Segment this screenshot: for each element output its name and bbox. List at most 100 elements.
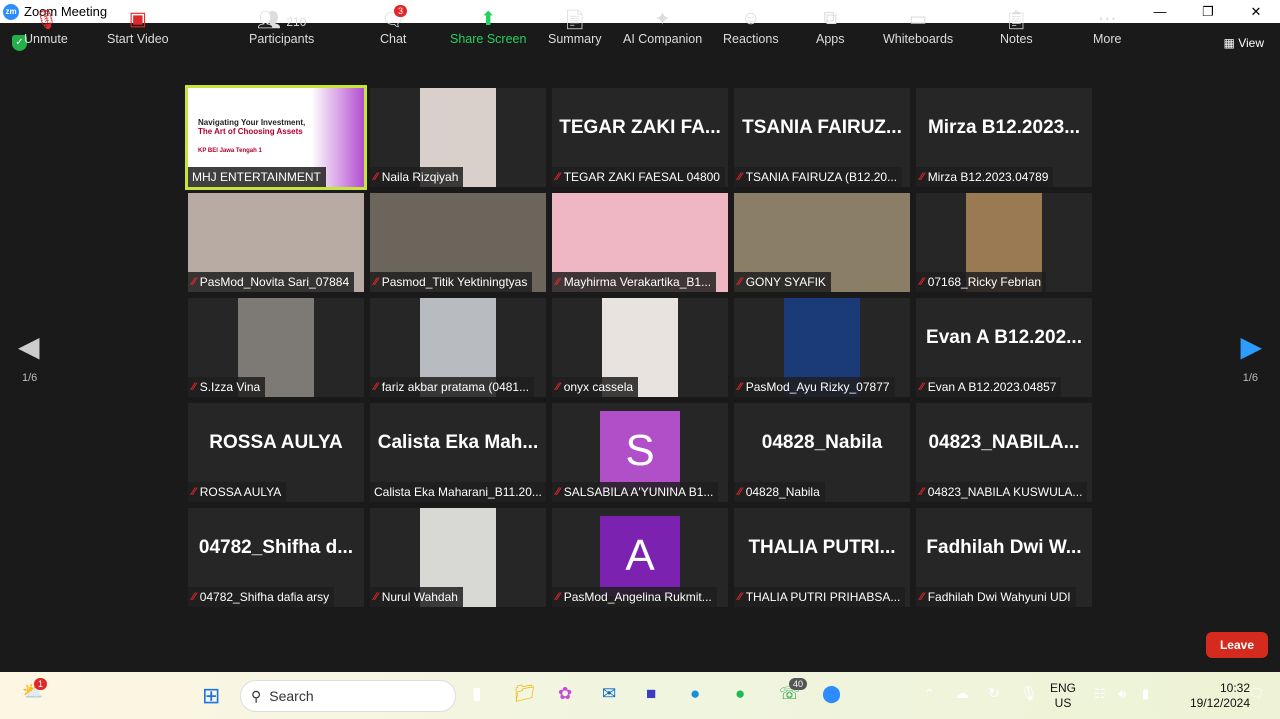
summary-button[interactable]: 📄︎ Summary [548, 8, 601, 46]
participant-tile[interactable]: A ⁄⁄ PasMod_Angelina Rukmit... [552, 508, 728, 607]
onedrive-icon[interactable]: ☁ [955, 685, 969, 702]
participant-name-label: ⁄⁄ Fadhilah Dwi Wahyuni UDI [916, 587, 1076, 607]
participant-tile[interactable]: ⁄⁄ S.Izza Vina [188, 298, 364, 397]
participant-tile[interactable]: THALIA PUTRI... ⁄⁄ THALIA PUTRI PRIHABSA..… [734, 508, 910, 607]
participant-tile[interactable]: ⁄⁄ fariz akbar pratama (0481... [370, 298, 546, 397]
file-explorer-icon[interactable]: 📁︎ [514, 684, 536, 704]
participant-tile[interactable]: ⁄⁄ onyx cassela [552, 298, 728, 397]
participant-name-label: ⁄⁄ TSANIA FAIRUZA (B12.20... [734, 167, 903, 187]
previous-page-arrow-icon[interactable]: ◀ [18, 330, 40, 363]
copilot-icon[interactable]: ✿ [558, 684, 572, 704]
participant-tile[interactable]: ⁄⁄ 07168_Ricky Febrian [916, 193, 1092, 292]
zoom-logo-icon: zm [3, 3, 19, 20]
start-video-button[interactable]: ▣ Start Video [107, 8, 169, 46]
participant-name-label: MHJ ENTERTAINMENT [188, 167, 326, 187]
whiteboards-button[interactable]: ▭ Whiteboards [883, 8, 953, 46]
smiley-icon: ☺ [741, 8, 761, 29]
edge-icon[interactable]: ● [690, 684, 700, 704]
participant-name-label: ⁄⁄ Evan A B12.2023.04857 [916, 377, 1062, 397]
participant-name: 04782_Shifha dafia arsy [199, 590, 330, 604]
display-name: Mirza B12.2023... [927, 116, 1081, 138]
close-button[interactable]: ✕ [1232, 0, 1280, 23]
participant-name: Naila Rizqiyah [381, 170, 459, 184]
participant-tile[interactable]: ⁄⁄ Mayhirma Verakartika_B1... [552, 193, 728, 292]
unmute-button[interactable]: 🎙︎ Unmute [24, 8, 68, 46]
language-indicator[interactable]: ENG US [1050, 681, 1076, 711]
video-off-icon: ▣ [128, 9, 147, 30]
start-button-windows-icon[interactable]: ⊞ [202, 683, 220, 709]
minimize-button[interactable]: — [1136, 0, 1184, 23]
task-view-icon[interactable]: ▮ [472, 684, 481, 704]
participant-tile[interactable]: Evan A B12.202... ⁄⁄ Evan A B12.2023.04857 [916, 298, 1092, 397]
participant-tile[interactable]: Calista Eka Mah... Calista Eka Maharani_B… [370, 403, 546, 502]
participant-tile[interactable]: 04823_NABILA... ⁄⁄ 04823_NABILA KUSWULA... [916, 403, 1092, 502]
reactions-button[interactable]: ☺ Reactions [723, 8, 779, 46]
participant-tile[interactable]: ⁄⁄ PasMod_Ayu Rizky_07877 [734, 298, 910, 397]
volume-icon[interactable]: 🔊︎ [1118, 686, 1126, 702]
display-name: Calista Eka Mah... [377, 431, 539, 453]
system-clock[interactable]: 10:32 19/12/2024 [1190, 681, 1250, 711]
participant-name: Mayhirma Verakartika_B1... [563, 275, 712, 289]
participant-tile[interactable]: 04782_Shifha d... ⁄⁄ 04782_Shifha dafia ar… [188, 508, 364, 607]
apps-icon: ⧉ [823, 8, 838, 29]
muted-mic-icon: ⁄⁄ [920, 591, 924, 603]
ai-companion-button[interactable]: ✦ AI Companion [623, 8, 702, 46]
reactions-label: Reactions [723, 32, 779, 46]
leave-button[interactable]: Leave [1205, 632, 1268, 658]
participant-name: PasMod_Ayu Rizky_07877 [745, 380, 890, 394]
participant-tile[interactable]: ROSSA AULYA ⁄⁄ ROSSA AULYA [188, 403, 364, 502]
muted-mic-icon: ⁄⁄ [738, 381, 742, 393]
app-icon[interactable]: ■ [646, 684, 656, 704]
notifications-icon[interactable]: 🗨︎ [1248, 686, 1265, 702]
participant-name: Mirza B12.2023.04789 [927, 170, 1049, 184]
avatar: A [600, 516, 680, 596]
clock-date: 19/12/2024 [1189, 696, 1250, 710]
participant-name: TSANIA FAIRUZA (B12.20... [745, 170, 898, 184]
participant-tile[interactable]: S ⁄⁄ SALSABILA A'YUNINA B1... [552, 403, 728, 502]
whatsapp-icon[interactable]: ☏ 40 [779, 678, 808, 704]
more-button[interactable]: ⋯ More [1093, 8, 1121, 46]
participant-name: S.Izza Vina [199, 380, 261, 394]
participant-name: MHJ ENTERTAINMENT [192, 170, 321, 184]
maximize-button[interactable]: ❐ [1184, 0, 1232, 23]
participant-tile[interactable]: Fadhilah Dwi W... ⁄⁄ Fadhilah Dwi Wahyuni … [916, 508, 1092, 607]
participant-tile[interactable]: ⁄⁄ Naila Rizqiyah [370, 88, 546, 187]
participant-tile[interactable]: ⁄⁄ Nurul Wahdah [370, 508, 546, 607]
taskbar-search[interactable]: ⚲ Search [240, 680, 456, 712]
participant-tile[interactable]: 04828_Nabila ⁄⁄ 04828_Nabila [734, 403, 910, 502]
apps-button[interactable]: ⧉ Apps [816, 8, 845, 46]
participant-tile[interactable]: ⁄⁄ PasMod_Novita Sari_07884 [188, 193, 364, 292]
battery-icon[interactable]: ▮ [1142, 686, 1149, 702]
chat-button[interactable]: 🗨︎ Chat 3 [380, 5, 408, 46]
sync-icon[interactable]: ↻ [988, 685, 1000, 702]
display-name: THALIA PUTRI... [748, 536, 896, 558]
whiteboard-icon: ▭ [909, 9, 928, 30]
wifi-icon[interactable]: ☷ [1094, 686, 1106, 702]
participant-name: 04828_Nabila [745, 485, 820, 499]
summary-icon: 📄︎ [562, 10, 587, 31]
display-name: TEGAR ZAKI FA... [559, 116, 721, 138]
zoom-taskbar-icon[interactable]: ⬤ [822, 684, 841, 704]
outlook-icon[interactable]: ✉ [602, 684, 616, 704]
participant-tile[interactable]: ⁄⁄ GONY SYAFIK [734, 193, 910, 292]
weather-widget-icon[interactable]: ⛅ 1 [22, 678, 48, 702]
participant-tile[interactable]: Mirza B12.2023... ⁄⁄ Mirza B12.2023.04789 [916, 88, 1092, 187]
participant-name-label: ⁄⁄ PasMod_Ayu Rizky_07877 [734, 377, 895, 397]
notes-button[interactable]: 📋︎ Notes [1000, 8, 1033, 46]
spotify-icon[interactable]: ● [735, 684, 745, 704]
participant-name-label: ⁄⁄ THALIA PUTRI PRIHABSA... [734, 587, 906, 607]
show-hidden-icons-chevron-icon[interactable]: ⌃ [924, 686, 935, 702]
participant-tile[interactable]: TSANIA FAIRUZ... ⁄⁄ TSANIA FAIRUZA (B12.20… [734, 88, 910, 187]
participant-name: Nurul Wahdah [381, 590, 458, 604]
view-button[interactable]: ▦ View [1224, 36, 1264, 50]
participant-tile[interactable]: Navigating Your Investment, The Art of C… [185, 85, 367, 190]
page-indicator-left: 1/6 [22, 372, 38, 384]
share-screen-button[interactable]: ⬆ Share Screen [450, 8, 526, 46]
participant-tile[interactable]: TEGAR ZAKI FA... ⁄⁄ TEGAR ZAKI FAESAL 0480… [552, 88, 728, 187]
microphone-icon[interactable]: 🎙︎ [1020, 685, 1038, 702]
muted-mic-icon: ⁄⁄ [556, 171, 560, 183]
participant-tile[interactable]: ⁄⁄ Pasmod_Titik Yektiningtyas [370, 193, 546, 292]
next-page-arrow-icon[interactable]: ▶ [1240, 330, 1262, 363]
participants-button[interactable]: 👥︎ 210 Participants [249, 8, 314, 46]
participant-name: PasMod_Novita Sari_07884 [199, 275, 350, 289]
